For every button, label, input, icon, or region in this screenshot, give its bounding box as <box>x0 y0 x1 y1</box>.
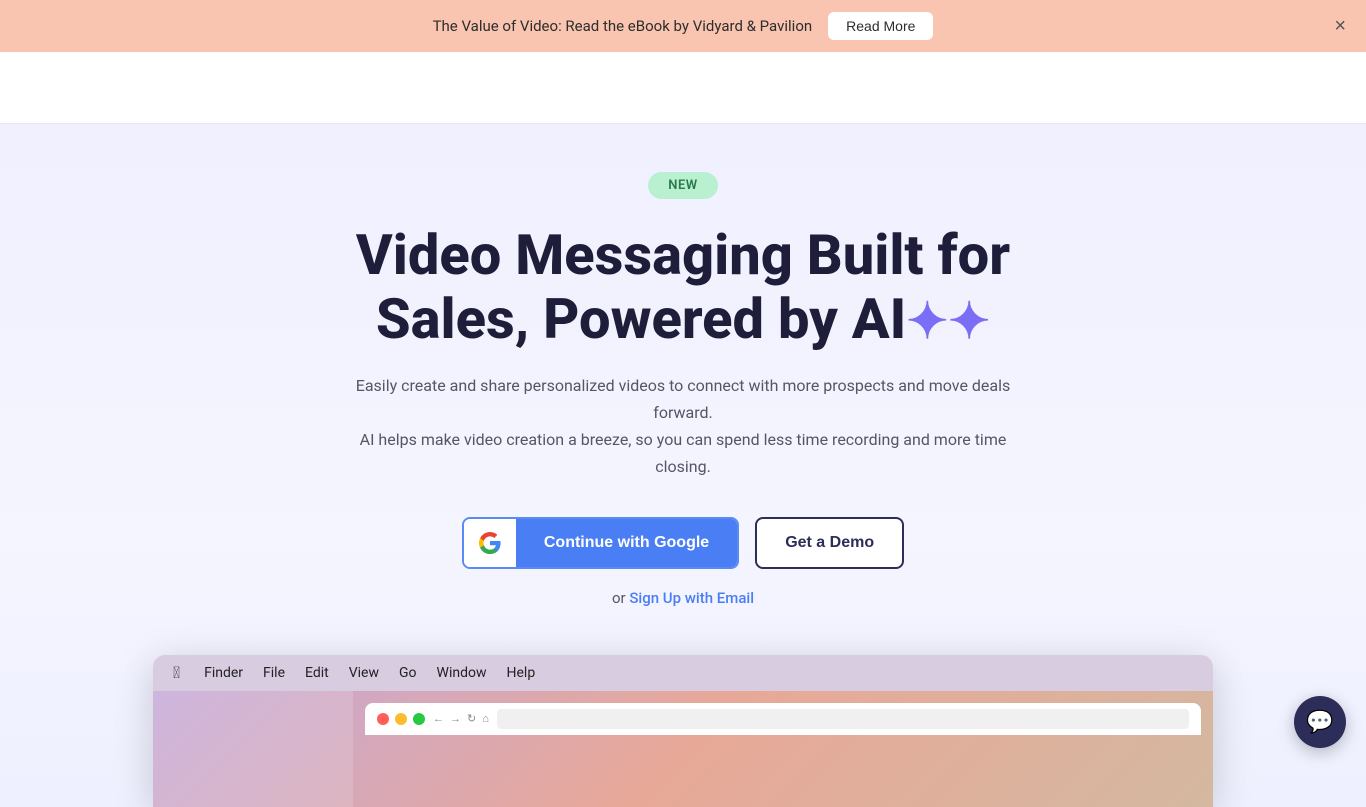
mac-content-area: ← → ↻ ⌂ <box>153 691 1213 807</box>
menu-edit: Edit <box>305 665 329 681</box>
google-btn-label: Continue with Google <box>516 519 737 567</box>
headline-line1: Video Messaging Built for <box>356 222 1010 288</box>
mac-preview-window:  Finder File Edit View Go Window Help <box>153 655 1213 807</box>
google-icon <box>478 531 502 555</box>
read-more-button[interactable]: Read More <box>828 12 933 40</box>
banner-text: The Value of Video: Read the eBook by Vi… <box>433 17 813 35</box>
signup-email-link[interactable]: Sign Up with Email <box>629 589 754 607</box>
menu-view: View <box>349 665 379 681</box>
home-icon: ⌂ <box>482 712 489 725</box>
browser-chrome: ← → ↻ ⌂ <box>365 703 1201 735</box>
signup-alt-prefix: or <box>612 589 626 607</box>
top-banner: The Value of Video: Read the eBook by Vi… <box>0 0 1366 52</box>
sparkle-icon: ✦✦ <box>906 294 990 352</box>
cta-buttons: Continue with Google Get a Demo <box>462 517 904 569</box>
main-content: NEW Video Messaging Built for Sales, Pow… <box>0 124 1366 807</box>
refresh-icon: ↻ <box>467 712 476 725</box>
navbar <box>0 52 1366 124</box>
google-signin-button[interactable]: Continue with Google <box>462 517 739 569</box>
mac-browser-area: ← → ↻ ⌂ <box>353 691 1213 807</box>
chat-widget[interactable]: 💬 <box>1294 696 1346 748</box>
hero-headline: Video Messaging Built for Sales, Powered… <box>356 223 1010 352</box>
close-traffic-light <box>377 713 389 725</box>
chat-icon: 💬 <box>1306 710 1333 735</box>
hero-subheadline: Easily create and share personalized vid… <box>343 372 1023 481</box>
get-demo-button[interactable]: Get a Demo <box>755 517 904 569</box>
apple-logo-icon:  <box>173 663 180 682</box>
banner-close-button[interactable]: × <box>1334 16 1346 36</box>
subheadline-line1: Easily create and share personalized vid… <box>356 376 1011 422</box>
traffic-lights <box>377 713 425 725</box>
menu-finder: Finder <box>204 665 243 681</box>
menu-help: Help <box>507 665 536 681</box>
mac-menu-items: Finder File Edit View Go Window Help <box>204 665 535 681</box>
new-badge: NEW <box>648 172 717 199</box>
minimize-traffic-light <box>395 713 407 725</box>
headline-line2: Sales, Powered by AI <box>376 286 906 352</box>
menu-go: Go <box>399 665 417 681</box>
menu-file: File <box>263 665 285 681</box>
back-icon: ← <box>433 712 444 725</box>
mac-menubar:  Finder File Edit View Go Window Help <box>153 655 1213 691</box>
address-bar <box>497 709 1189 729</box>
menu-window: Window <box>437 665 487 681</box>
signup-alt: or Sign Up with Email <box>612 589 754 607</box>
subheadline-line2: AI helps make video creation a breeze, s… <box>360 430 1007 476</box>
google-icon-wrapper <box>464 517 516 569</box>
forward-icon: → <box>450 712 461 725</box>
mac-sidebar <box>153 691 353 807</box>
browser-nav: ← → ↻ ⌂ <box>433 712 489 725</box>
maximize-traffic-light <box>413 713 425 725</box>
